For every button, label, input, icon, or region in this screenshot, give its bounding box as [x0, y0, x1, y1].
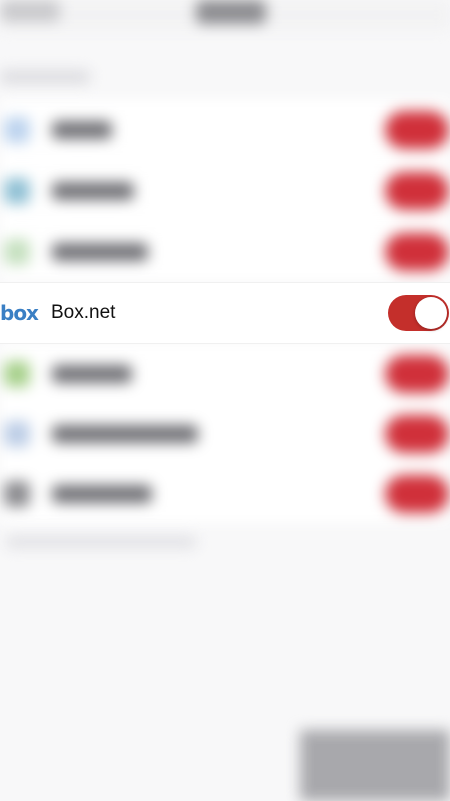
blurred-background: [0, 0, 450, 801]
section-footer: [6, 536, 196, 548]
service-label: [52, 425, 198, 443]
service-label: [52, 485, 152, 503]
service-icon: [4, 421, 30, 447]
service-row[interactable]: [0, 99, 450, 159]
service-toggle[interactable]: [385, 172, 449, 210]
nav-bar: [0, 0, 450, 30]
service-label: [52, 365, 132, 383]
service-label: [52, 121, 112, 139]
keyboard-corner: [300, 730, 450, 801]
nav-title: [196, 0, 266, 24]
service-toggle[interactable]: [385, 233, 449, 271]
service-row[interactable]: [0, 221, 450, 281]
service-icon: [4, 178, 30, 204]
service-toggle[interactable]: [385, 415, 449, 453]
section-header: [0, 70, 90, 84]
service-label: [52, 243, 148, 261]
service-label: Box.net: [51, 302, 116, 323]
service-row[interactable]: [0, 160, 450, 220]
nav-back-button[interactable]: [0, 0, 60, 22]
service-row-box-net[interactable]: box Box.net: [0, 283, 450, 343]
service-row[interactable]: [0, 403, 450, 463]
service-icon: [4, 361, 30, 387]
service-toggle[interactable]: [385, 111, 449, 149]
service-toggle[interactable]: [385, 475, 449, 513]
service-row[interactable]: [0, 343, 450, 403]
service-label: [52, 182, 134, 200]
service-toggle[interactable]: [388, 295, 449, 331]
service-icon: [4, 481, 30, 507]
service-row[interactable]: [0, 463, 450, 523]
toggle-knob: [415, 297, 447, 329]
service-icon: [4, 239, 30, 265]
box-logo-icon: box: [0, 301, 39, 325]
screen: box Box.net: [0, 0, 450, 801]
service-toggle[interactable]: [385, 355, 449, 393]
service-icon: [4, 117, 30, 143]
